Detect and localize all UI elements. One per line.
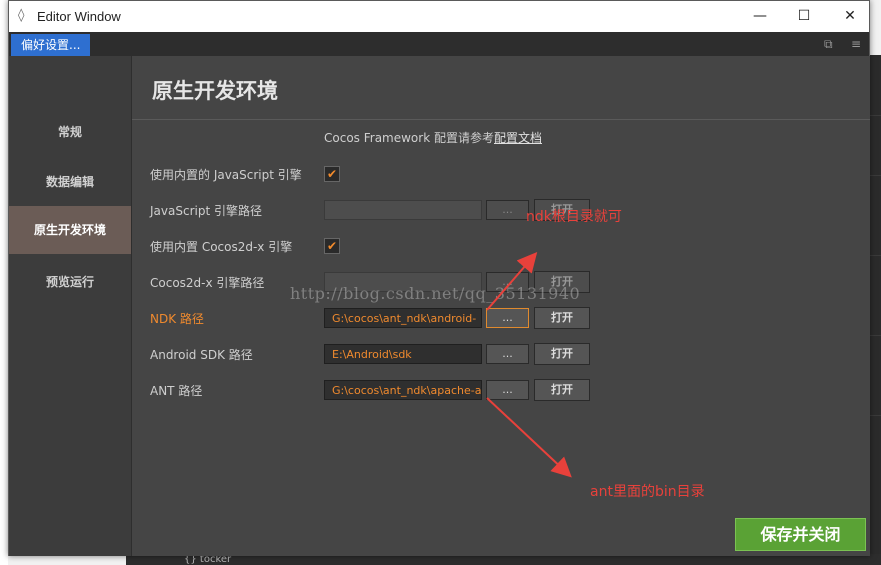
arrow-to-ant: [486, 397, 572, 478]
annotation-arrows: [486, 251, 572, 478]
arrow-to-ndk: [486, 251, 538, 311]
